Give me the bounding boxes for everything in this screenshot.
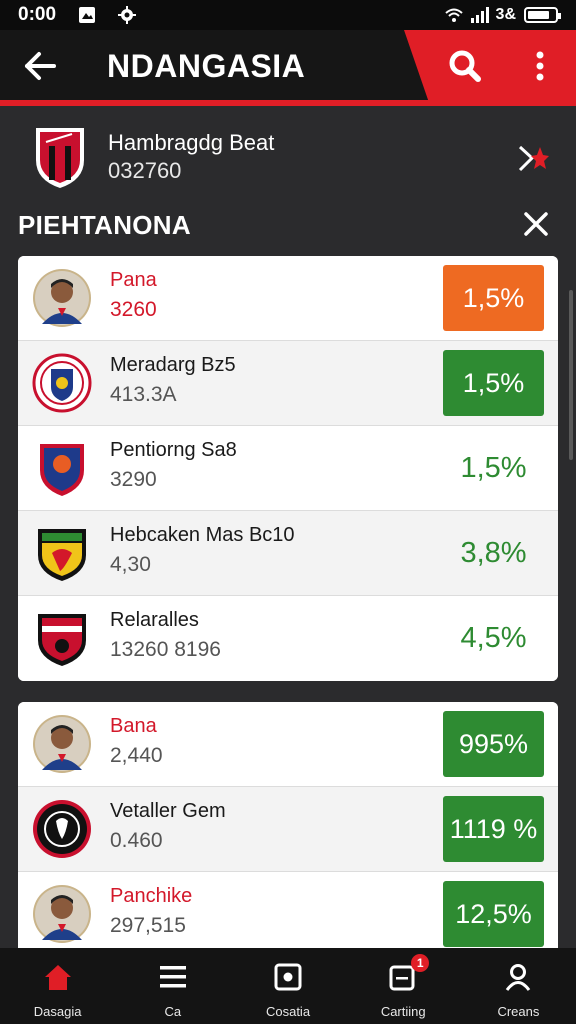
team-name: Hambragdg Beat [108, 130, 275, 155]
row-name: Pentiorng Sa8 [110, 439, 237, 461]
row-percent-badge: 3,8% [460, 536, 527, 569]
nav-label: Cosatia [265, 1004, 311, 1019]
row-name: Meradarg Bz5 [110, 354, 236, 376]
nav-item-ca[interactable]: Ca [115, 948, 230, 1024]
row-name: Vetaller Gem [110, 800, 226, 822]
team-code: 032760 [108, 158, 182, 183]
club-badge-icon [32, 523, 92, 583]
club-badge-icon [32, 438, 92, 498]
row-percent-badge: 1,5% [443, 350, 544, 416]
row-value: 297,515 [110, 914, 186, 937]
row-name: Bana [110, 715, 157, 737]
nav-item-cosatia[interactable]: Cosatia [230, 948, 345, 1024]
row-name: Pana [110, 269, 157, 291]
scrollbar[interactable] [569, 290, 573, 460]
app-bar: NDANGASIA [0, 30, 576, 106]
nav-label: Ca [164, 1004, 182, 1019]
club-badge-icon [32, 608, 92, 668]
club-badge-icon [32, 353, 92, 413]
notification-badge: 1 [411, 954, 430, 972]
standings-row[interactable]: Hebcaken Mas Bc10 4,30 3,8% [18, 511, 558, 596]
nav-label: Creans [497, 1004, 540, 1019]
nav-label: Dasagia [33, 1004, 82, 1019]
row-percent-badge: 4,5% [460, 621, 527, 654]
standings-row[interactable]: Relaralles 13260 8196 4,5% [18, 596, 558, 681]
battery-icon [524, 7, 561, 23]
nav-item-dasagia[interactable]: Dasagia [0, 948, 115, 1024]
battery-text: 3& [495, 6, 516, 23]
standings-row[interactable]: Pana 3260 1,5% [18, 256, 558, 341]
club-badge-icon [32, 799, 92, 859]
star-icon [518, 145, 549, 172]
team-crest-icon [32, 124, 88, 190]
record-icon [272, 962, 304, 992]
app-screen: 0:00 3& NDANGASIA Hambragdg Beat 032760 … [0, 0, 576, 1024]
nav-label: Cartiing [380, 1004, 426, 1019]
favorite-button[interactable] [512, 136, 556, 180]
nav-item-cartiing[interactable]: 1 Cartiing [346, 948, 461, 1024]
row-percent-badge: 1,5% [443, 265, 544, 331]
standings-row[interactable]: Bana 2,440 995% [18, 702, 558, 787]
search-button[interactable] [440, 44, 490, 88]
standings-row[interactable]: Pentiorng Sa8 3290 1,5% [18, 426, 558, 511]
standings-card-primary: Pana 3260 1,5% Meradarg Bz5 413.3A 1,5% Pentio… [18, 256, 558, 681]
status-bar: 0:00 3& [0, 0, 576, 30]
team-header: Hambragdg Beat 032760 [0, 112, 576, 204]
section-title: PIEHTANONA [18, 210, 191, 240]
row-name: Hebcaken Mas Bc10 [110, 524, 295, 546]
wifi-icon [444, 6, 463, 24]
back-arrow-icon [25, 52, 56, 80]
search-icon [449, 50, 481, 82]
row-value: 4,30 [110, 553, 151, 576]
more-options-button[interactable] [520, 44, 560, 88]
row-value: 413.3A [110, 383, 177, 406]
row-percent-badge: 995% [443, 711, 544, 777]
close-button[interactable] [518, 206, 554, 242]
status-time: 0:00 [18, 4, 57, 25]
back-button[interactable] [18, 46, 62, 86]
player-avatar [32, 884, 92, 944]
app-title: NDANGASIA [107, 48, 306, 84]
row-value: 0.460 [110, 829, 163, 852]
more-vertical-icon [536, 51, 544, 81]
row-name: Panchike [110, 885, 193, 907]
notes-icon: 1 [387, 954, 430, 992]
image-icon [78, 6, 96, 24]
standings-row[interactable]: Vetaller Gem 0.460 1119 % [18, 787, 558, 872]
standings-card-secondary: Bana 2,440 995% Vetaller Gem 0.460 1119 % Panc… [18, 702, 558, 948]
nav-item-creans[interactable]: Creans [461, 948, 576, 1024]
bottom-navigation: Dasagia Ca Cosatia 1 Cartiing Creans [0, 948, 576, 1024]
home-icon [42, 962, 74, 992]
standings-row[interactable]: Panchike 297,515 12,5% [18, 872, 558, 948]
row-value: 3260 [110, 298, 157, 321]
row-percent-badge: 12,5% [443, 881, 544, 947]
player-avatar [32, 714, 92, 774]
menu-icon [157, 962, 189, 992]
row-percent-badge: 1,5% [460, 451, 527, 484]
row-value: 13260 8196 [110, 638, 221, 661]
settings-icon [118, 6, 137, 24]
row-value: 2,440 [110, 744, 163, 767]
row-value: 3290 [110, 468, 157, 491]
profile-icon [502, 962, 534, 992]
standings-row[interactable]: Meradarg Bz5 413.3A 1,5% [18, 341, 558, 426]
signal-icon [470, 6, 489, 24]
close-icon [524, 212, 548, 236]
row-name: Relaralles [110, 609, 199, 631]
player-avatar [32, 268, 92, 328]
row-percent-badge: 1119 % [443, 796, 544, 862]
